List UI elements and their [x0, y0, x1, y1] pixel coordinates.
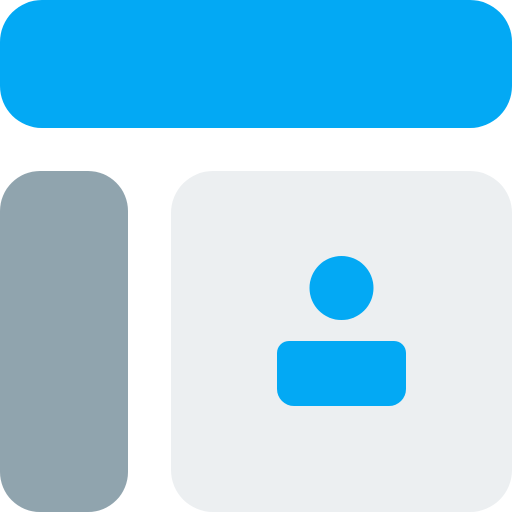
user-icon	[277, 256, 406, 406]
layout-icon	[0, 0, 512, 512]
sidebar-panel	[0, 171, 128, 512]
user-icon-body	[277, 341, 406, 406]
user-icon-head	[309, 256, 374, 320]
header-bar	[0, 0, 512, 128]
